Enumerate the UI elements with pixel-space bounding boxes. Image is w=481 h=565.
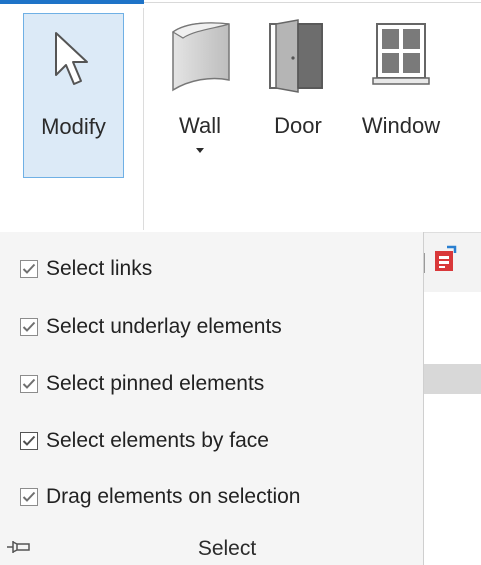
select-links-option[interactable]: Select links <box>20 254 152 284</box>
check-icon <box>22 263 36 274</box>
check-icon <box>22 321 36 332</box>
select-underlay-elements-label: Select underlay elements <box>46 315 282 338</box>
select-links-label: Select links <box>46 257 153 280</box>
select-panel-dropdown: Select links Select underlay elements Se… <box>0 232 424 565</box>
door-label: Door <box>274 113 322 138</box>
wall-button[interactable]: Wall <box>155 10 245 180</box>
background-region <box>424 292 481 364</box>
select-panel-footer[interactable]: Select <box>0 530 424 565</box>
ribbon-separator <box>143 8 144 230</box>
chevron-down-icon[interactable] <box>196 148 204 153</box>
drag-elements-on-selection-option[interactable]: Drag elements on selection <box>20 482 300 512</box>
background-region-lower <box>424 394 481 565</box>
background-header-band <box>424 364 481 394</box>
properties-icon[interactable] <box>433 245 457 275</box>
wall-label: Wall <box>179 113 221 138</box>
select-pinned-elements-label: Select pinned elements <box>46 372 265 395</box>
check-icon <box>22 378 36 389</box>
window-button[interactable]: Window <box>346 10 456 180</box>
window-icon <box>372 23 430 85</box>
wall-icon <box>171 22 230 92</box>
select-elements-by-face-option[interactable]: Select elements by face <box>20 426 269 456</box>
select-links-checkbox[interactable] <box>20 260 38 278</box>
options-bar-fragment <box>424 232 481 293</box>
select-underlay-elements-checkbox[interactable] <box>20 318 38 336</box>
select-pinned-elements-option[interactable]: Select pinned elements <box>20 369 264 399</box>
window-label: Window <box>361 113 441 138</box>
select-elements-by-face-checkbox[interactable] <box>20 432 38 450</box>
check-icon <box>22 491 36 502</box>
door-icon <box>269 19 323 93</box>
cursor-arrow-icon <box>55 32 88 85</box>
select-underlay-elements-option[interactable]: Select underlay elements <box>20 312 282 342</box>
door-button[interactable]: Door <box>258 10 338 180</box>
select-elements-by-face-label: Select elements by face <box>46 429 269 452</box>
ribbon-top-border <box>144 2 481 3</box>
toolbar-divider <box>424 253 425 273</box>
drag-elements-on-selection-label: Drag elements on selection <box>46 485 301 508</box>
select-panel-title: Select <box>197 537 257 560</box>
drag-elements-on-selection-checkbox[interactable] <box>20 488 38 506</box>
ribbon: Modify Wall Door Window <box>0 0 481 230</box>
active-tab-indicator <box>0 0 144 4</box>
modify-label: Modify <box>41 114 106 139</box>
modify-button[interactable]: Modify <box>23 13 124 178</box>
check-icon <box>22 435 36 446</box>
select-pinned-elements-checkbox[interactable] <box>20 375 38 393</box>
